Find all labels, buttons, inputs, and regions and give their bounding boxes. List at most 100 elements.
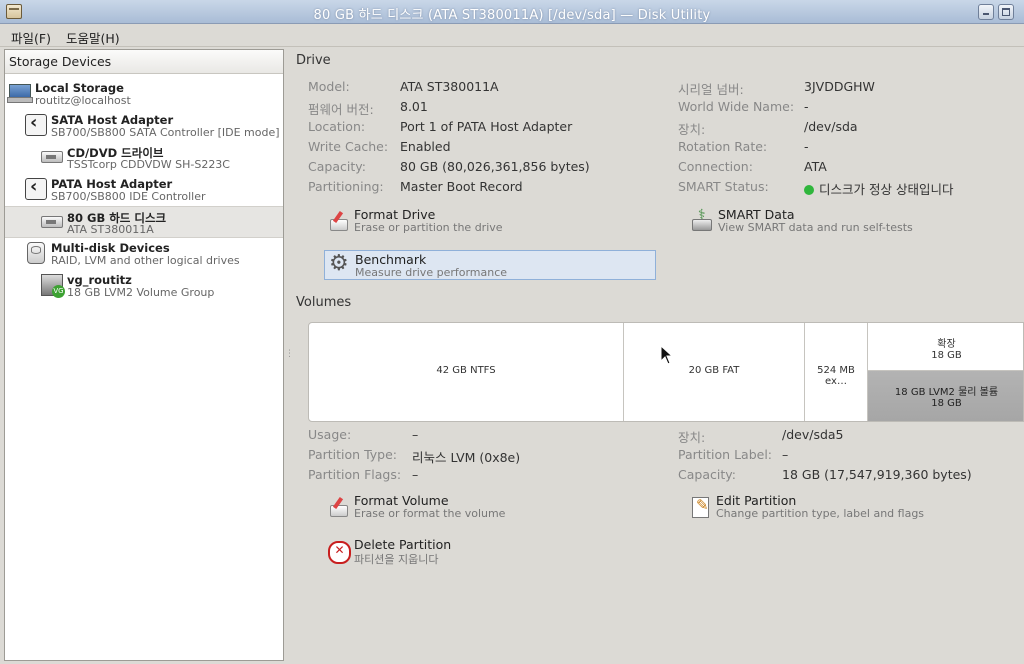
delete-partition-button[interactable]: Delete Partition 파티션을 지웁니다 xyxy=(324,537,624,567)
device-value: /dev/sda xyxy=(804,119,858,134)
sidebar-item-subtitle: SB700/SB800 SATA Controller [IDE mode] xyxy=(51,126,280,139)
mouse-cursor-icon xyxy=(660,345,674,365)
connection-value: ATA xyxy=(804,159,827,174)
format-volume-button[interactable]: Format Volume Erase or format the volume xyxy=(324,493,624,523)
optical-drive-icon xyxy=(41,151,63,163)
capacity-label: Capacity: xyxy=(308,159,366,174)
volume-ntfs[interactable]: 42 GB NTFS xyxy=(309,323,624,421)
adapter-icon xyxy=(25,112,47,136)
location-label: Location: xyxy=(308,119,366,134)
rotation-rate-value: - xyxy=(804,139,809,154)
action-title: Format Volume xyxy=(354,493,449,508)
action-description: Change partition type, label and flags xyxy=(716,507,925,520)
sidebar-item-vg-routitz[interactable]: vg_routitz 18 GB LVM2 Volume Group xyxy=(5,270,283,302)
volume-label: 42 GB NTFS xyxy=(436,365,496,376)
menu-help[interactable]: 도움말(H) xyxy=(66,28,120,47)
firmware-value: 8.01 xyxy=(400,99,428,114)
storage-devices-sidebar: Storage Devices Local Storage routitz@lo… xyxy=(4,49,284,661)
model-value: ATA ST380011A xyxy=(400,79,499,94)
write-cache-label: Write Cache: xyxy=(308,139,389,154)
volume-map: 42 GB NTFS 20 GB FAT 524 MB ex… 확장 18 GB… xyxy=(308,322,1024,422)
volume-lvm2-selected[interactable]: 18 GB LVM2 물리 볼륨 18 GB xyxy=(868,371,1023,421)
partition-flags-label: Partition Flags: xyxy=(308,467,402,482)
menu-bar: 파일(F) 도움말(H) xyxy=(0,24,1024,47)
window-title: 80 GB 하드 디스크 (ATA ST380011A) [/dev/sda] … xyxy=(313,8,711,23)
volume-label: 524 MB ex… xyxy=(817,365,855,387)
partitioning-value: Master Boot Record xyxy=(400,179,523,194)
partition-label-label: Partition Label: xyxy=(678,447,773,462)
serial-value: 3JVDDGHW xyxy=(804,79,875,94)
action-title: Benchmark xyxy=(355,252,427,267)
model-label: Model: xyxy=(308,79,350,94)
volume-device-label: 장치: xyxy=(678,430,706,445)
sidebar-item-title: PATA Host Adapter xyxy=(51,177,173,191)
volume-small[interactable]: 524 MB ex… xyxy=(805,323,868,421)
smart-status-value: 디스크가 정상 상태입니다 xyxy=(804,179,953,198)
action-description: Measure drive performance xyxy=(355,266,508,279)
sidebar-item-pata-host-adapter[interactable]: PATA Host Adapter SB700/SB800 IDE Contro… xyxy=(5,174,283,206)
format-icon xyxy=(328,211,348,231)
drive-section-title: Drive xyxy=(296,53,331,68)
action-description: Erase or format the volume xyxy=(354,507,506,520)
firmware-label: 펌웨어 버전: xyxy=(308,102,374,117)
sidebar-item-subtitle: SB700/SB800 IDE Controller xyxy=(51,190,206,203)
usage-value: – xyxy=(412,427,419,442)
partition-label-value: – xyxy=(782,447,789,462)
sidebar-item-subtitle: ATA ST380011A xyxy=(67,223,154,236)
action-description: Erase or partition the drive xyxy=(354,221,503,234)
smart-status-label: SMART Status: xyxy=(678,179,769,194)
smart-data-button[interactable]: SMART Data View SMART data and run self-… xyxy=(688,207,1008,237)
action-title: Delete Partition xyxy=(354,537,452,552)
rotation-rate-label: Rotation Rate: xyxy=(678,139,768,154)
benchmark-gear-icon xyxy=(329,251,349,276)
action-title: Edit Partition xyxy=(716,493,797,508)
sidebar-item-multi-disk-devices[interactable]: Multi-disk Devices RAID, LVM and other l… xyxy=(5,238,283,270)
sidebar-item-subtitle: routitz@localhost xyxy=(35,94,131,107)
benchmark-button[interactable]: Benchmark Measure drive performance xyxy=(324,250,656,280)
wwn-label: World Wide Name: xyxy=(678,99,795,114)
action-title: Format Drive xyxy=(354,207,436,222)
sidebar-item-title: vg_routitz xyxy=(67,273,132,287)
volumes-section-title: Volumes xyxy=(296,295,352,310)
partition-flags-value: – xyxy=(412,467,419,482)
location-value: Port 1 of PATA Host Adapter xyxy=(400,119,573,134)
minimize-button[interactable] xyxy=(978,4,994,20)
menu-file[interactable]: 파일(F) xyxy=(11,28,51,47)
sidebar-item-80gb-hard-disk[interactable]: 80 GB 하드 디스크 ATA ST380011A xyxy=(5,206,283,238)
volume-label: 확장 xyxy=(937,339,956,350)
volume-extended[interactable]: 확장 18 GB xyxy=(868,323,1023,371)
details-pane: Drive Model: ATA ST380011A 펌웨어 버전: 8.01 … xyxy=(288,49,1024,661)
volume-label: 18 GB LVM2 물리 볼륨 xyxy=(894,387,999,398)
volume-group-icon xyxy=(41,274,65,298)
action-description: 파티션을 지웁니다 xyxy=(354,553,439,566)
volume-size: 18 GB xyxy=(931,398,962,409)
capacity-value: 80 GB (80,026,361,856 bytes) xyxy=(400,159,590,174)
multidisk-icon xyxy=(27,242,45,264)
volume-device-value: /dev/sda5 xyxy=(782,427,844,442)
volume-capacity-label: Capacity: xyxy=(678,467,736,482)
connection-label: Connection: xyxy=(678,159,753,174)
sidebar-item-title: Local Storage xyxy=(35,81,124,95)
edit-partition-button[interactable]: Edit Partition Change partition type, la… xyxy=(686,493,1006,523)
computer-icon xyxy=(7,84,33,103)
volume-size: 18 GB xyxy=(931,350,962,361)
sidebar-header[interactable]: Storage Devices xyxy=(5,50,283,74)
usage-label: Usage: xyxy=(308,427,352,442)
format-drive-button[interactable]: Format Drive Erase or partition the driv… xyxy=(324,207,624,237)
partition-type-label: Partition Type: xyxy=(308,447,397,462)
sidebar-item-local-storage[interactable]: Local Storage routitz@localhost xyxy=(5,78,283,110)
sidebar-item-subtitle: 18 GB LVM2 Volume Group xyxy=(67,286,215,299)
sidebar-item-title: Multi-disk Devices xyxy=(51,241,170,255)
format-icon xyxy=(328,497,348,517)
adapter-icon xyxy=(25,176,47,200)
partition-type-value: 리눅스 LVM (0x8e) xyxy=(412,450,521,465)
device-label: 장치: xyxy=(678,122,706,137)
partitioning-label: Partitioning: xyxy=(308,179,384,194)
sidebar-item-subtitle: RAID, LVM and other logical drives xyxy=(51,254,240,267)
maximize-button[interactable] xyxy=(998,4,1014,20)
sidebar-item-cd-dvd-drive[interactable]: CD/DVD 드라이브 TSSTcorp CDDVDW SH-S223C xyxy=(5,142,283,174)
status-ok-icon xyxy=(804,185,814,195)
sidebar-item-sata-host-adapter[interactable]: SATA Host Adapter SB700/SB800 SATA Contr… xyxy=(5,110,283,142)
action-title: SMART Data xyxy=(718,207,795,222)
volume-fat[interactable]: 20 GB FAT xyxy=(624,323,805,421)
